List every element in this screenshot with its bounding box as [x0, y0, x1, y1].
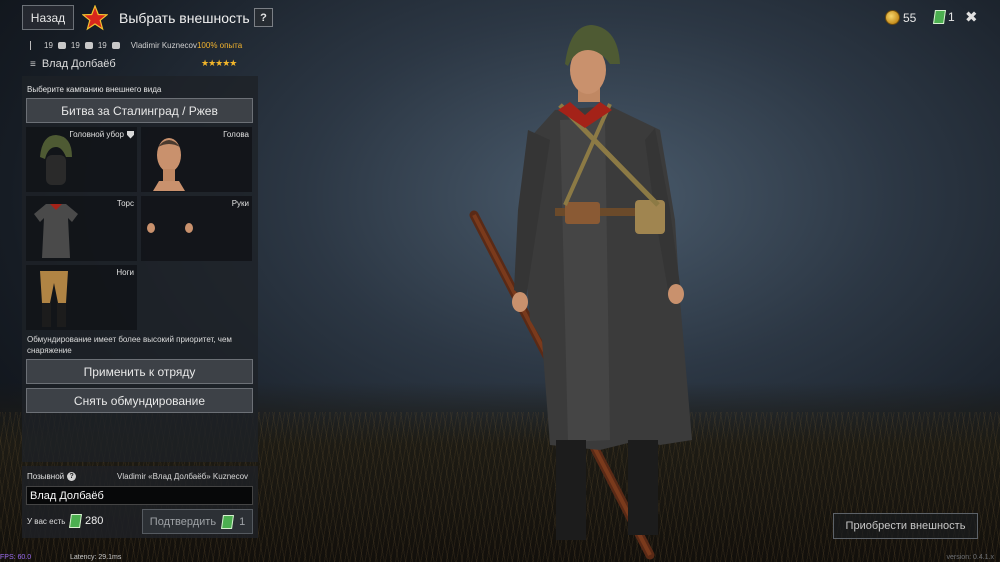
helmet-icon	[40, 135, 72, 185]
soldier-name: Влад Долбаёб	[41, 58, 116, 70]
stat-3: 19	[97, 41, 107, 50]
slot-headgear-label: Головной убор	[69, 130, 134, 139]
slot-headgear[interactable]: Головной убор	[26, 127, 137, 192]
campaign-caption: Выберите кампанию внешнего вида	[27, 85, 162, 94]
ticket-icon	[69, 514, 82, 528]
menu-icon: ≡	[30, 58, 36, 70]
slot-head[interactable]: Голова	[141, 127, 252, 192]
slot-legs-label: Ноги	[116, 268, 134, 277]
help-button[interactable]: ?	[254, 8, 273, 27]
stat-2: 19	[70, 41, 80, 50]
gold-coin-icon	[885, 10, 900, 25]
campaign-select-button[interactable]: Битва за Сталинград / Ржев	[26, 98, 253, 123]
divider	[30, 41, 31, 50]
confirm-callsign-button[interactable]: Подтвердить 1	[142, 509, 253, 534]
soldier-stars: ★★★★★	[201, 58, 237, 68]
ticket-balance: 1	[933, 10, 955, 24]
slot-hands-text: Руки	[231, 199, 249, 208]
slot-legs-text: Ноги	[116, 268, 134, 277]
hands-icon	[147, 223, 193, 233]
trousers-icon	[40, 271, 68, 327]
priority-note: Обмундирование имеет более высокий приор…	[27, 335, 232, 355]
callsign-full-name: Vladimir «Влад Долбаёб» Kuznecov	[117, 472, 249, 481]
buy-appearance-button[interactable]: Приобрести внешность	[833, 513, 978, 539]
balance-label: У вас есть	[27, 517, 66, 526]
remove-uniform-button[interactable]: Снять обмундирование	[26, 388, 253, 413]
ticket-icon	[933, 10, 946, 24]
coat-icon	[34, 204, 78, 258]
slot-head-label: Голова	[223, 130, 249, 139]
soldier-name-row: ≡ Влад Долбаёб	[30, 58, 116, 70]
callsign-input[interactable]	[26, 486, 253, 505]
balance-value: 280	[69, 514, 104, 528]
rank-icon	[57, 42, 66, 49]
version-label: version: 0.4.1.x	[946, 554, 994, 561]
page-title: Выбрать внешность	[119, 10, 250, 26]
slot-torso-label: Торс	[117, 199, 134, 208]
slot-headgear-text: Головной убор	[69, 130, 124, 139]
confirm-cost: 1	[239, 515, 246, 528]
owner-name: Vladimir Kuznecov	[130, 41, 197, 50]
soldier-model	[469, 25, 692, 560]
head-icon	[153, 138, 185, 191]
slot-head-text: Голова	[223, 130, 249, 139]
stat-1: 19	[44, 41, 53, 50]
slot-legs[interactable]: Ноги	[26, 265, 137, 330]
back-button[interactable]: Назад	[22, 5, 74, 30]
gear-icon	[111, 42, 120, 49]
gold-amount: 55	[903, 10, 917, 25]
callsign-label: Позывной ?	[27, 472, 77, 481]
apply-to-squad-button[interactable]: Применить к отряду	[26, 359, 253, 384]
latency-counter: Latency: 29.1ms	[70, 554, 122, 561]
red-star-icon	[82, 5, 108, 31]
slot-hands[interactable]: Руки	[141, 196, 252, 261]
slot-hands-label: Руки	[232, 199, 249, 208]
balance-amount: 280	[85, 515, 104, 527]
slot-torso-text: Торс	[116, 199, 134, 208]
shield-icon	[127, 130, 134, 139]
heart-icon	[84, 42, 93, 49]
slot-torso[interactable]: Торс	[26, 196, 137, 261]
close-button[interactable]: ✖	[965, 8, 978, 26]
gold-balance: 55	[885, 10, 916, 25]
callsign-label-text: Позывной	[27, 472, 65, 481]
help-icon[interactable]: ?	[67, 472, 77, 481]
ticket-icon	[221, 514, 235, 529]
soldier-stats: 19 19 19 Vladimir Kuznecov 100% опыта	[30, 41, 242, 50]
ticket-amount: 1	[948, 10, 955, 24]
exp-label: 100% опыта	[196, 41, 243, 50]
confirm-label: Подтвердить	[149, 515, 217, 528]
fps-counter: FPS: 60.0	[0, 554, 32, 561]
